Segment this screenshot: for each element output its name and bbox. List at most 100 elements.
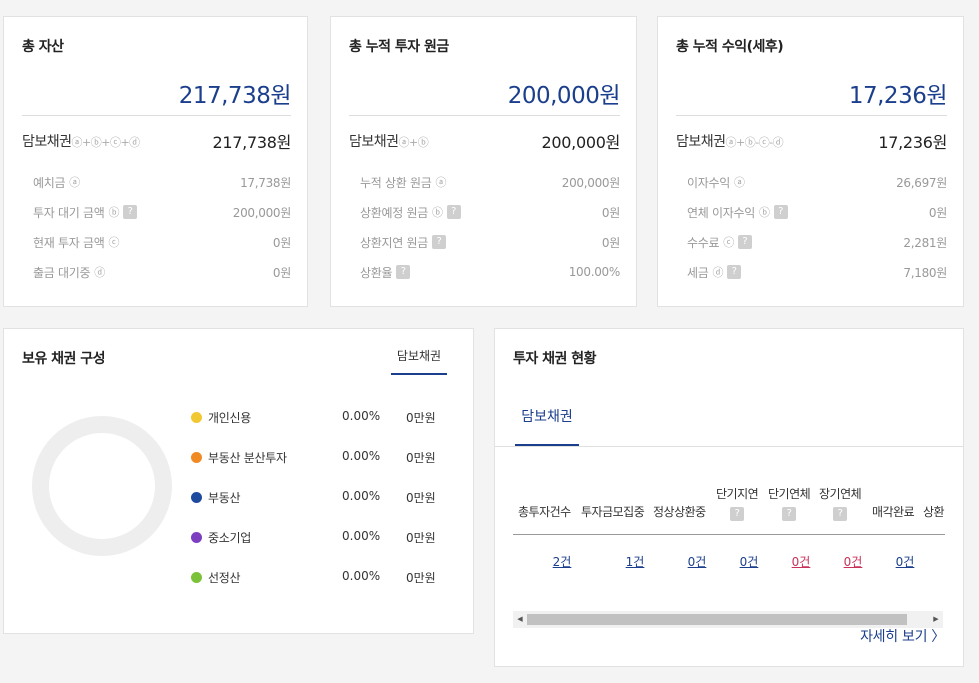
legend-dot [191, 452, 202, 463]
row-value: 200,000원 [232, 205, 292, 220]
help-icon[interactable]: ? [782, 507, 797, 521]
legend-name: 개인신용 [208, 411, 251, 425]
help-icon[interactable]: ? [396, 265, 411, 279]
help-icon[interactable]: ? [446, 205, 461, 219]
legend-percent: 0.00% [342, 449, 381, 463]
main-formula: ⓐ+ⓑ+ⓒ+ⓓ [71, 136, 141, 149]
count-fundraising[interactable]: 1건 [610, 553, 660, 570]
divider [22, 115, 291, 116]
legend-percent: 0.00% [342, 529, 381, 543]
legend-dot [191, 532, 202, 543]
row-value: 0원 [601, 205, 620, 220]
legend-percent: 0.00% [342, 489, 381, 503]
row-mark: ⓑ [758, 206, 770, 219]
sub-row: 투자 대기 금액 ⓑ? 200,000원 [33, 202, 291, 222]
card-total: 217,738원 [178, 83, 292, 109]
help-icon[interactable]: ? [773, 205, 788, 219]
col-header-fundraising: 투자금모집중 [581, 505, 645, 519]
legend-dot [191, 412, 202, 423]
row-mark: ⓐ [733, 176, 745, 189]
divider [349, 115, 620, 116]
scroll-left-icon[interactable]: ◀ [513, 611, 527, 628]
row-value: 0원 [928, 205, 947, 220]
row-mark: ⓒ [723, 236, 734, 249]
count-normal-repayment[interactable]: 0건 [672, 553, 722, 570]
divider [676, 115, 947, 116]
help-icon[interactable]: ? [737, 235, 752, 249]
row-value: 26,697원 [896, 175, 947, 190]
col-header-label: 단기연체 [768, 487, 811, 501]
count-total[interactable]: 2건 [537, 553, 587, 570]
col-header-normal-repayment: 정상상환중 [653, 505, 706, 519]
tab-collateral-bonds[interactable]: 담보채권 [391, 347, 447, 375]
row-label: 누적 상환 원금 [360, 175, 432, 190]
help-icon[interactable]: ? [123, 205, 138, 219]
legend-item: 선정산 0.00% 0만원 [187, 567, 442, 587]
investment-status-card: 투자 채권 현황 담보채권 총투자건수 투자금모집중 정상상환중 단기지연? 단… [494, 328, 964, 667]
row-label: 수수료 [687, 235, 720, 250]
sub-row: 출금 대기중 ⓓ 0원 [33, 262, 291, 282]
donut-chart [32, 416, 172, 556]
row-label: 투자 대기 금액 [33, 205, 105, 220]
main-value: 17,236원 [878, 133, 947, 152]
row-mark: ⓒ [108, 236, 120, 249]
help-icon[interactable]: ? [833, 507, 848, 521]
row-label: 현재 투자 금액 [33, 235, 105, 250]
legend-percent: 0.00% [342, 569, 381, 583]
count-sold[interactable]: 0건 [880, 553, 930, 570]
help-icon[interactable]: ? [431, 235, 446, 249]
main-value: 217,738원 [212, 133, 292, 152]
sub-row: 상환지연 원금? 0원 [360, 232, 620, 252]
row-value: 7,180원 [903, 265, 947, 280]
main-row: 담보채권ⓐ+ⓑ-ⓒ-ⓓ 17,236원 [676, 130, 947, 152]
sub-row: 누적 상환 원금 ⓐ 200,000원 [360, 172, 620, 192]
tab-underline [495, 446, 963, 447]
legend-item: 개인신용 0.00% 0만원 [187, 407, 442, 427]
legend-item: 중소기업 0.00% 0만원 [187, 527, 442, 547]
sub-row: 상환예정 원금 ⓑ? 0원 [360, 202, 620, 222]
sub-row: 예치금 ⓐ 17,738원 [33, 172, 291, 192]
row-label: 예치금 [33, 175, 66, 190]
count-short-delay[interactable]: 0건 [724, 553, 774, 570]
sub-row: 현재 투자 금액 ⓒ 0원 [33, 232, 291, 252]
legend-amount: 0만원 [406, 451, 436, 465]
legend-amount: 0만원 [406, 411, 436, 425]
col-header-short-overdue: 단기연체? [768, 485, 811, 521]
col-header-repaid: 상환 [923, 505, 945, 519]
row-label: 상환예정 원금 [360, 205, 428, 220]
main-label: 담보채권ⓐ+ⓑ+ⓒ+ⓓ [22, 131, 140, 151]
row-label: 세금 [687, 265, 709, 280]
legend-dot [191, 492, 202, 503]
count-short-overdue[interactable]: 0건 [776, 553, 826, 570]
main-label-text: 담보채권 [22, 134, 72, 150]
tab-collateral-bonds[interactable]: 담보채권 [515, 405, 579, 447]
row-label: 출금 대기중 [33, 265, 91, 280]
row-value: 100.00% [568, 265, 621, 279]
card-total: 200,000원 [507, 83, 621, 109]
total-profit-card: 총 누적 수익(세후) 17,236원 담보채권ⓐ+ⓑ-ⓒ-ⓓ 17,236원 … [657, 16, 964, 307]
legend-percent: 0.00% [342, 409, 381, 423]
help-icon[interactable]: ? [730, 507, 745, 521]
view-more-link[interactable]: 자세히 보기 〉 [860, 626, 945, 646]
row-mark: ⓐ [69, 176, 80, 189]
main-label: 담보채권ⓐ+ⓑ-ⓒ-ⓓ [676, 131, 784, 151]
main-formula: ⓐ+ⓑ-ⓒ-ⓓ [725, 136, 784, 149]
help-icon[interactable]: ? [727, 265, 742, 279]
legend-item: 부동산 0.00% 0만원 [187, 487, 442, 507]
legend-name: 부동산 [208, 491, 241, 505]
col-header-long-overdue: 장기연체? [819, 485, 862, 521]
main-formula: ⓐ+ⓑ [398, 136, 429, 149]
main-row: 담보채권ⓐ+ⓑ 200,000원 [349, 130, 620, 152]
legend-name: 선정산 [208, 571, 241, 585]
row-mark: ⓓ [94, 266, 105, 279]
row-value: 17,738원 [240, 175, 291, 190]
col-header-label: 장기연체 [819, 487, 862, 501]
row-label: 이자수익 [687, 175, 730, 190]
row-label: 연체 이자수익 [687, 205, 755, 220]
total-principal-card: 총 누적 투자 원금 200,000원 담보채권ⓐ+ⓑ 200,000원 누적 … [330, 16, 637, 307]
row-value: 200,000원 [561, 175, 621, 190]
count-long-overdue[interactable]: 0건 [828, 553, 878, 570]
section-title: 투자 채권 현황 [513, 351, 597, 367]
main-label-text: 담보채권 [676, 134, 726, 150]
scroll-thumb[interactable] [527, 614, 907, 625]
